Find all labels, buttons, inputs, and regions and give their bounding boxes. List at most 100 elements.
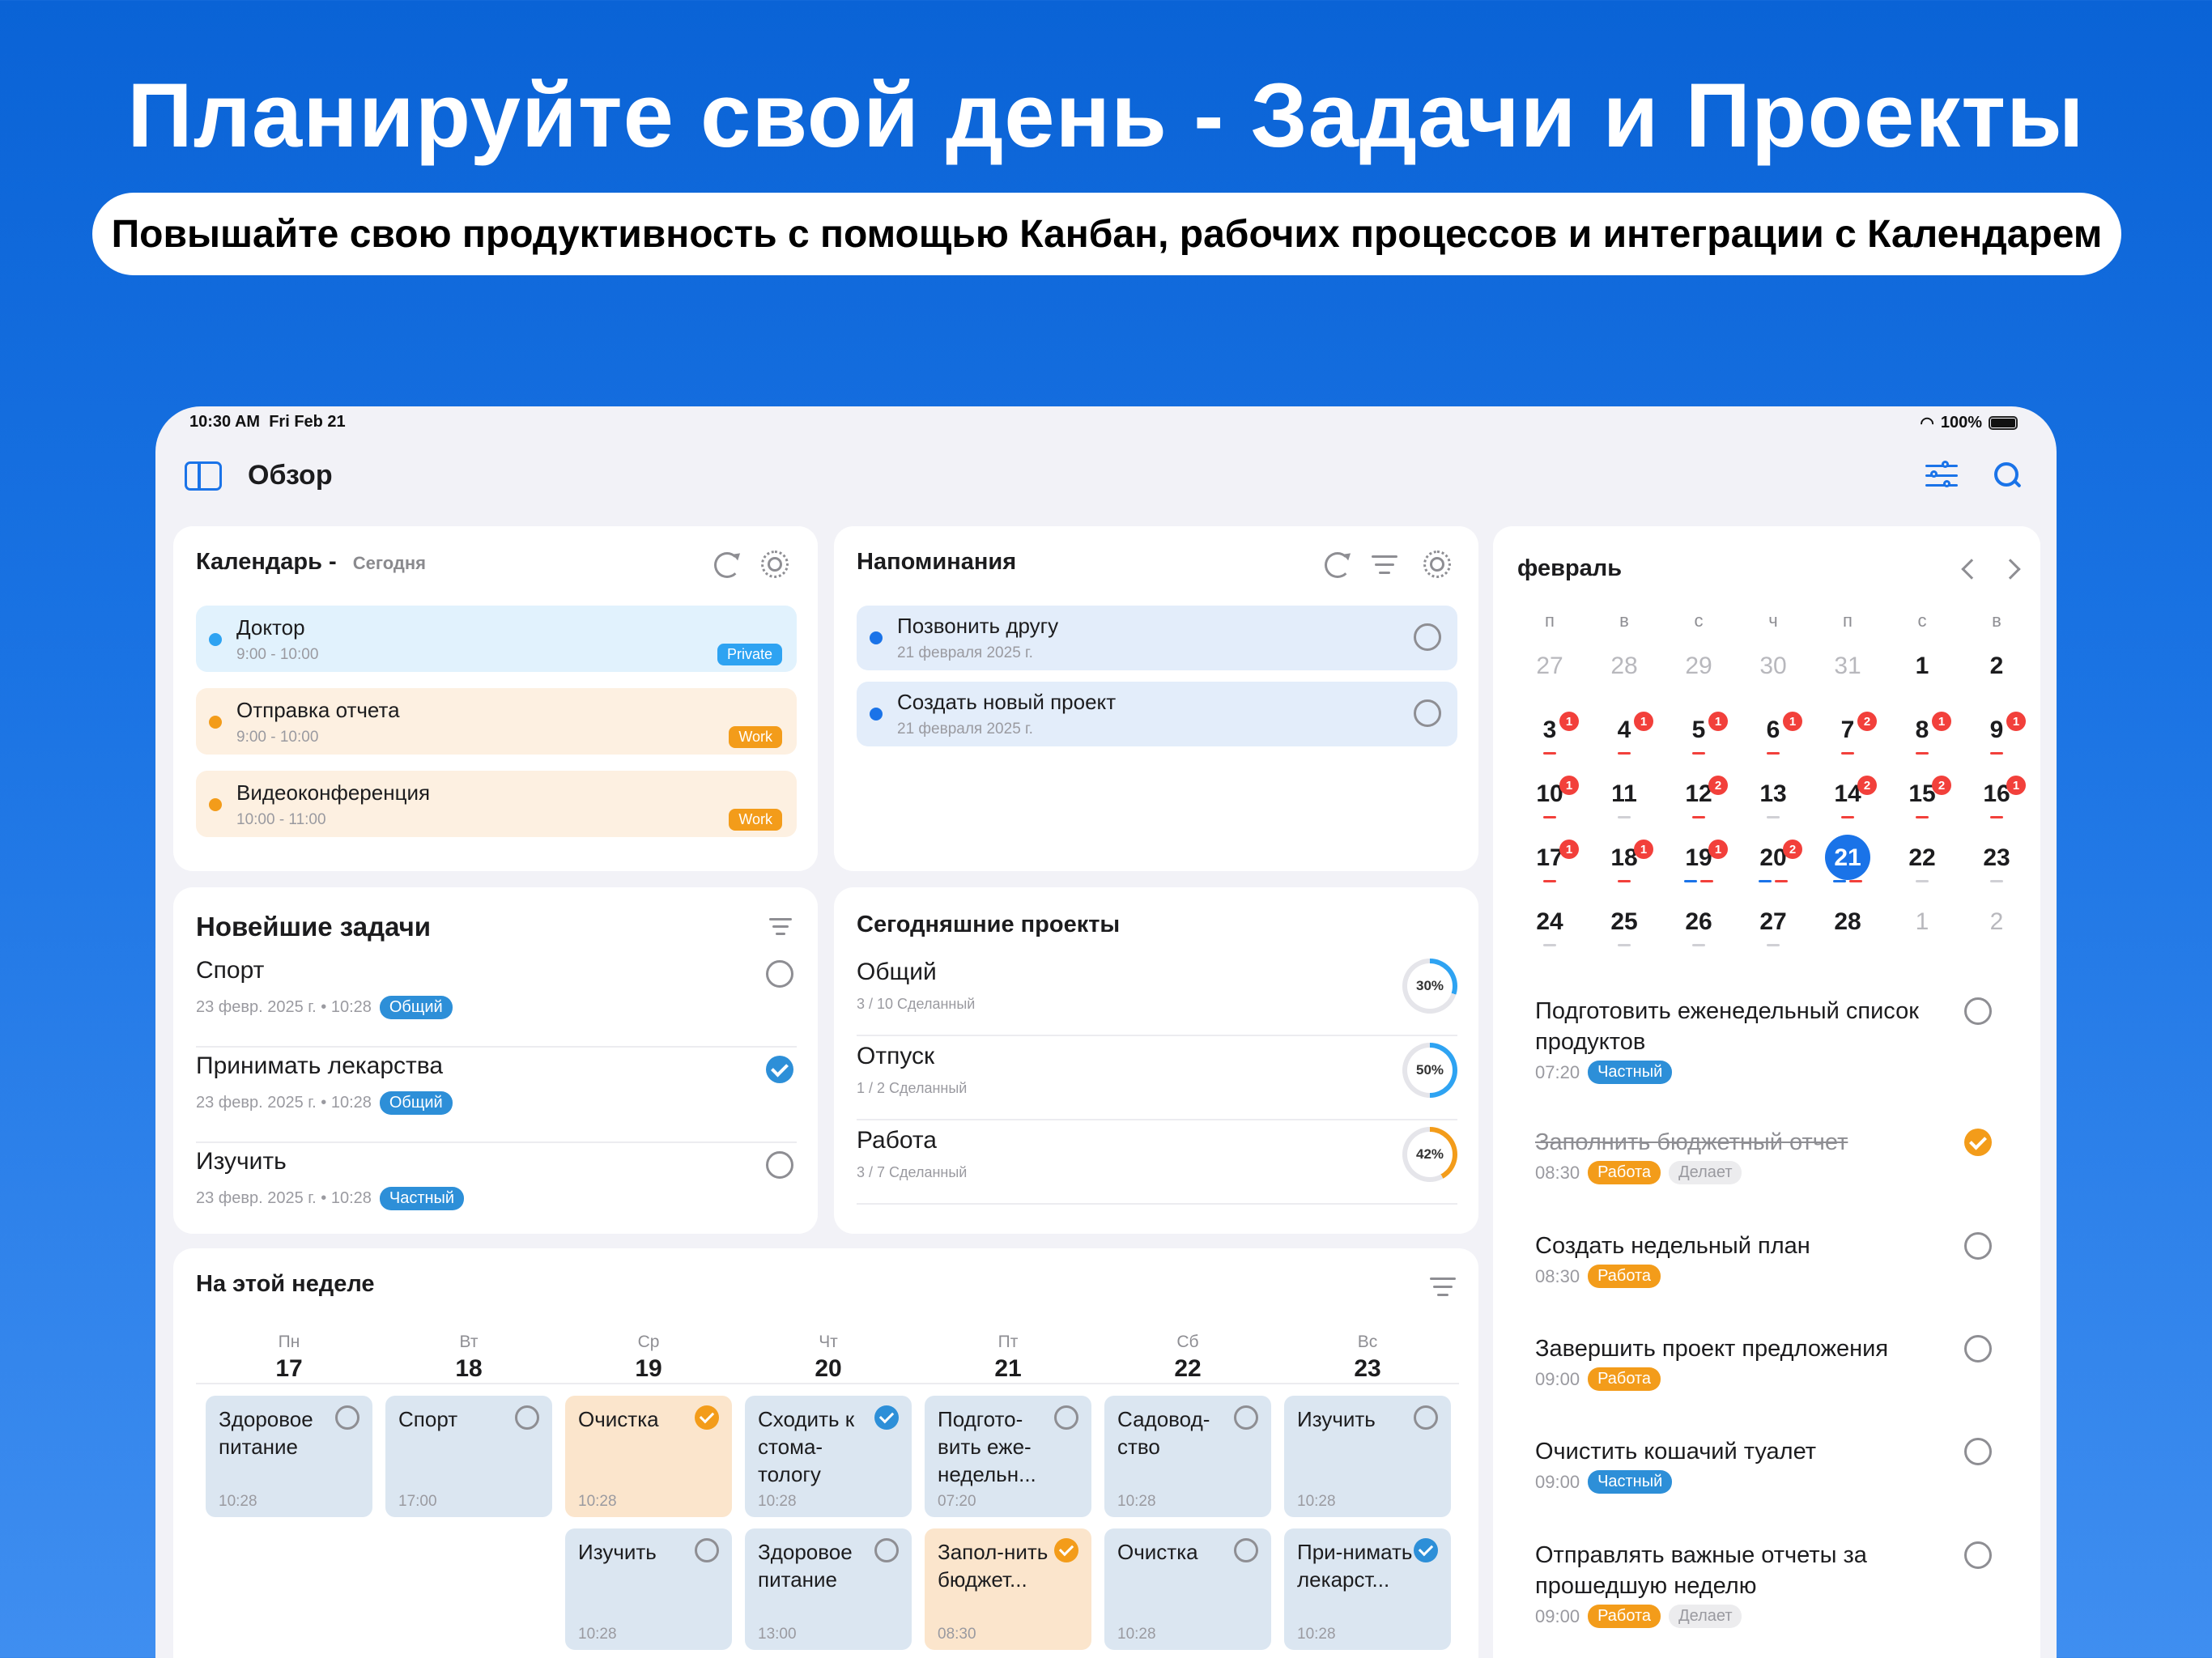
calendar-day[interactable]: 30 bbox=[1749, 653, 1797, 680]
agenda-task[interactable]: Подготовить еженедельный список продукто… bbox=[1535, 996, 2029, 1084]
complete-checkbox[interactable] bbox=[766, 960, 793, 988]
calendar-day[interactable]: 2 bbox=[1972, 653, 2021, 680]
week-task-tile[interactable]: Очистка 10:28 bbox=[565, 1396, 732, 1517]
week-task-tile[interactable]: Очистка 10:28 bbox=[1104, 1528, 1271, 1650]
week-task-tile[interactable]: Здоровое питание 10:28 bbox=[206, 1396, 372, 1517]
reminders-card: Напоминания Позвонить другу 21 февраля 2… bbox=[834, 526, 1478, 871]
settings-icon[interactable] bbox=[761, 551, 789, 578]
calendar-day[interactable]: 24 bbox=[1525, 908, 1574, 936]
calendar-day[interactable]: 27 bbox=[1749, 908, 1797, 936]
project-row[interactable]: Работа 3 / 7 Сделанный 42% bbox=[857, 1120, 1457, 1205]
calendar-day[interactable]: 26 bbox=[1674, 908, 1723, 936]
agenda-task[interactable]: Создать недельный план 08:30 Работа bbox=[1535, 1231, 2029, 1288]
complete-checkbox[interactable] bbox=[695, 1538, 719, 1562]
task-row[interactable]: Принимать лекарства 23 февр. 2025 г. • 1… bbox=[196, 1048, 797, 1141]
filter-settings-icon[interactable] bbox=[1925, 460, 1958, 491]
task-tag: Частный bbox=[379, 1187, 465, 1210]
agenda-task-meta: 08:30 Работа bbox=[1535, 1265, 2029, 1288]
complete-checkbox[interactable] bbox=[766, 1151, 793, 1179]
calendar-event[interactable]: Доктор 9:00 - 10:00 Private bbox=[196, 606, 797, 672]
agenda-task-name: Завершить проект предложения bbox=[1535, 1336, 1889, 1362]
calendar-day[interactable]: 31 bbox=[1823, 653, 1872, 680]
week-task-time: 17:00 bbox=[398, 1493, 437, 1510]
checked-checkbox-icon[interactable] bbox=[874, 1405, 899, 1430]
week-task-tile[interactable]: Запол-нить бюджет... 08:30 bbox=[925, 1528, 1091, 1650]
agenda-task[interactable]: Отправлять важные отчеты за прошедшую не… bbox=[1535, 1540, 2029, 1628]
complete-checkbox[interactable] bbox=[1414, 699, 1441, 727]
calendar-event[interactable]: Отправка отчета 9:00 - 10:00 Work bbox=[196, 688, 797, 755]
progress-label: 30% bbox=[1407, 963, 1453, 1009]
week-task-tile[interactable]: Изучить 10:28 bbox=[565, 1528, 732, 1650]
agenda-task[interactable]: Заполнить бюджетный отчет 08:30 Работа Дела… bbox=[1535, 1127, 2029, 1184]
agenda-task[interactable]: Завершить проект предложения 09:00 Работа bbox=[1535, 1333, 2029, 1391]
calendar-day[interactable]: 23 bbox=[1972, 844, 2021, 872]
complete-checkbox[interactable] bbox=[335, 1405, 359, 1430]
search-icon[interactable] bbox=[1992, 460, 2023, 491]
task-row[interactable]: Изучить 23 февр. 2025 г. • 10:28 Частный bbox=[196, 1143, 797, 1237]
checked-checkbox-icon[interactable] bbox=[1414, 1538, 1438, 1562]
complete-checkbox[interactable] bbox=[515, 1405, 539, 1430]
reminder-item[interactable]: Создать новый проект 21 февраля 2025 г. bbox=[857, 682, 1457, 746]
calendar-day[interactable]: 27 bbox=[1525, 653, 1574, 680]
week-task-time: 07:20 bbox=[938, 1493, 976, 1510]
week-task-tile[interactable]: При-нимать лекарст... 10:28 bbox=[1284, 1528, 1451, 1650]
week-task-tile[interactable]: Подгото-вить еже-недельн... 07:20 bbox=[925, 1396, 1091, 1517]
complete-checkbox[interactable] bbox=[1234, 1538, 1258, 1562]
complete-checkbox[interactable] bbox=[1964, 997, 1992, 1025]
calendar-day[interactable]: 1 bbox=[1898, 653, 1946, 680]
week-task-tile[interactable]: Изучить 10:28 bbox=[1284, 1396, 1451, 1517]
filter-icon[interactable] bbox=[1372, 555, 1397, 575]
chevron-right-icon[interactable] bbox=[2000, 559, 2021, 580]
calendar-day[interactable]: 29 bbox=[1674, 653, 1723, 680]
complete-checkbox[interactable] bbox=[874, 1538, 899, 1562]
task-row[interactable]: Спорт 23 февр. 2025 г. • 10:28 Общий bbox=[196, 952, 797, 1046]
calendar-day[interactable]: 25 bbox=[1600, 908, 1648, 936]
agenda-time: 07:20 bbox=[1535, 1061, 1580, 1082]
week-task-time: 10:28 bbox=[758, 1493, 797, 1510]
calendar-day[interactable]: 11 bbox=[1600, 780, 1648, 808]
event-count-badge: 1 bbox=[1559, 776, 1579, 795]
reminder-name: Создать новый проект bbox=[897, 690, 1117, 714]
calendar-day[interactable]: 28 bbox=[1823, 908, 1872, 936]
calendar-event[interactable]: Видеоконференция 10:00 - 11:00 Work bbox=[196, 771, 797, 837]
complete-checkbox[interactable] bbox=[1054, 1405, 1078, 1430]
project-row[interactable]: Отпуск 1 / 2 Сделанный 50% bbox=[857, 1036, 1457, 1120]
calendar-day[interactable]: 1 bbox=[1898, 908, 1946, 936]
filter-icon[interactable] bbox=[769, 918, 792, 937]
event-indicator bbox=[1916, 880, 1929, 882]
calendar-day[interactable]: 22 bbox=[1898, 844, 1946, 872]
complete-checkbox[interactable] bbox=[1964, 1232, 1992, 1260]
week-task-tile[interactable]: Спорт 17:00 bbox=[385, 1396, 552, 1517]
calendar-day[interactable]: 21 bbox=[1823, 844, 1872, 872]
complete-checkbox[interactable] bbox=[1234, 1405, 1258, 1430]
checked-checkbox-icon[interactable] bbox=[1054, 1538, 1078, 1562]
settings-icon[interactable] bbox=[1423, 551, 1451, 578]
refresh-icon[interactable] bbox=[714, 552, 740, 578]
complete-checkbox[interactable] bbox=[1964, 1541, 1992, 1569]
week-task-tile[interactable]: Садовод-ство 10:28 bbox=[1104, 1396, 1271, 1517]
agenda-time: 08:30 bbox=[1535, 1265, 1580, 1286]
calendar-day[interactable]: 13 bbox=[1749, 780, 1797, 808]
project-row[interactable]: Общий 3 / 10 Сделанный 30% bbox=[857, 952, 1457, 1036]
event-time: 9:00 - 10:00 bbox=[236, 729, 319, 746]
complete-checkbox[interactable] bbox=[1964, 1438, 1992, 1465]
week-task-name: Здоровое питание bbox=[758, 1540, 853, 1592]
checked-checkbox-icon[interactable] bbox=[1964, 1129, 1992, 1156]
checked-checkbox-icon[interactable] bbox=[766, 1056, 793, 1083]
complete-checkbox[interactable] bbox=[1414, 623, 1441, 651]
refresh-icon[interactable] bbox=[1325, 552, 1351, 578]
chevron-left-icon[interactable] bbox=[1961, 559, 1982, 580]
week-dow: Сб bbox=[1176, 1333, 1199, 1351]
filter-icon[interactable] bbox=[1430, 1278, 1456, 1297]
week-task-tile[interactable]: Сходить к стома-тологу 10:28 bbox=[745, 1396, 912, 1517]
sidebar-toggle-icon[interactable] bbox=[185, 461, 222, 491]
complete-checkbox[interactable] bbox=[1414, 1405, 1438, 1430]
calendar-day[interactable]: 28 bbox=[1600, 653, 1648, 680]
agenda-task[interactable]: Очистить кошачий туалет 09:00 Частный bbox=[1535, 1436, 2029, 1494]
complete-checkbox[interactable] bbox=[1964, 1335, 1992, 1363]
reminder-item[interactable]: Позвонить другу 21 февраля 2025 г. bbox=[857, 606, 1457, 670]
checked-checkbox-icon[interactable] bbox=[695, 1405, 719, 1430]
agenda-task-meta: 09:00 Работа bbox=[1535, 1367, 2029, 1391]
calendar-day[interactable]: 2 bbox=[1972, 908, 2021, 936]
week-task-tile[interactable]: Здоровое питание 13:00 bbox=[745, 1528, 912, 1650]
